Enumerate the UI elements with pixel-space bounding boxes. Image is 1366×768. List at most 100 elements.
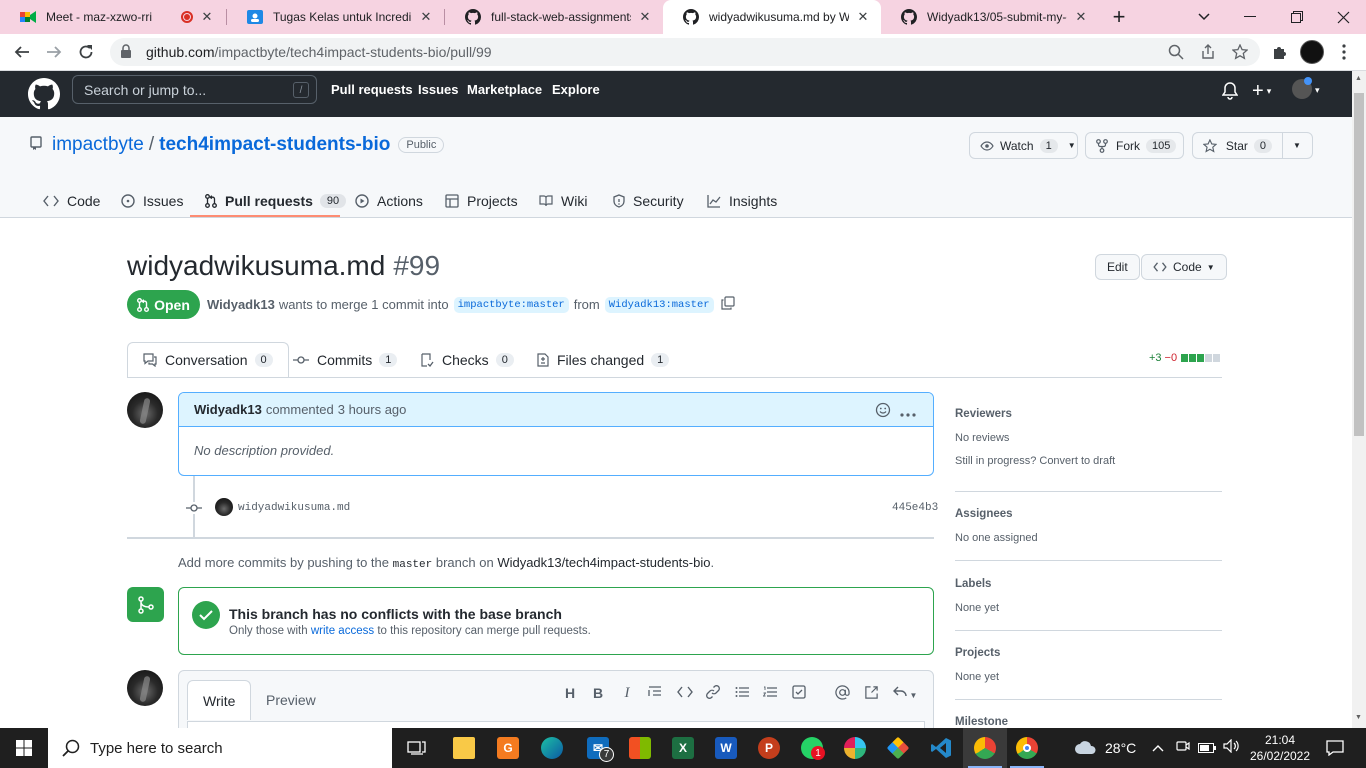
write-tab[interactable]: Write xyxy=(187,680,252,720)
git-tool-icon[interactable] xyxy=(884,734,912,762)
tab-issues[interactable]: Issues xyxy=(121,184,183,217)
saved-replies-icon[interactable]: ▼ xyxy=(891,685,919,701)
commit-author-avatar[interactable] xyxy=(215,498,233,516)
code-dropdown-button[interactable]: Code ▼ xyxy=(1141,254,1227,280)
tab-close-icon[interactable]: ✕ xyxy=(199,9,215,25)
pr-tab-conversation[interactable]: Conversation 0 xyxy=(127,342,289,378)
microsoft-store-icon[interactable] xyxy=(626,734,654,762)
milestone-title[interactable]: Milestone xyxy=(955,716,1222,728)
profile-avatar[interactable] xyxy=(1298,38,1326,66)
copy-icon[interactable] xyxy=(720,296,735,313)
file-explorer-icon[interactable] xyxy=(450,734,478,762)
taskbar-clock[interactable]: 21:04 26/02/2022 xyxy=(1248,732,1312,764)
pr-tab-commits[interactable]: Commits 1 xyxy=(278,342,412,378)
chevron-up-icon[interactable] xyxy=(1152,739,1164,755)
restore-window-icon[interactable] xyxy=(1283,4,1311,30)
user-avatar-menu[interactable]: ▾ xyxy=(1292,77,1320,99)
pr-tab-checks[interactable]: Checks 0 xyxy=(405,342,529,378)
scroll-down-arrow-icon[interactable]: ▼ xyxy=(1355,714,1362,721)
cross-reference-icon[interactable] xyxy=(862,685,880,703)
meet-now-icon[interactable] xyxy=(1176,739,1190,756)
edit-title-button[interactable]: Edit xyxy=(1095,254,1140,280)
tab-projects[interactable]: Projects xyxy=(445,184,518,217)
mail-icon[interactable]: ✉ 7 xyxy=(584,734,614,762)
vscode-icon[interactable] xyxy=(927,734,955,762)
italic-icon[interactable]: I xyxy=(618,685,636,702)
word-icon[interactable]: W xyxy=(712,734,740,762)
nav-explore[interactable]: Explore xyxy=(552,82,600,97)
task-list-icon[interactable] xyxy=(790,685,808,702)
star-lists-chevron-down-icon[interactable]: ▼ xyxy=(1282,133,1311,158)
tab-insights[interactable]: Insights xyxy=(707,184,777,217)
heading-icon[interactable]: H xyxy=(561,685,579,701)
code-icon[interactable] xyxy=(676,685,694,701)
weather-cloud-icon[interactable] xyxy=(1074,739,1098,758)
projects-title[interactable]: Projects xyxy=(955,647,1222,659)
commit-sha-link[interactable]: 445e4b3 xyxy=(892,502,938,514)
forward-arrow-icon[interactable] xyxy=(40,38,68,66)
mention-icon[interactable] xyxy=(833,685,851,703)
create-new-plus-icon[interactable]: + ▾ xyxy=(1252,80,1271,103)
tab-search-chevron-icon[interactable] xyxy=(1190,4,1218,30)
tab-close-icon[interactable]: ✕ xyxy=(1073,9,1089,25)
taskbar-search-input[interactable]: Type here to search xyxy=(48,728,392,768)
edge-browser-icon[interactable] xyxy=(538,734,566,762)
volume-icon[interactable] xyxy=(1223,738,1239,756)
browser-tab-submit[interactable]: Widyadk13/05-submit-my-ch ✕ xyxy=(881,0,1099,34)
smiley-reaction-icon[interactable] xyxy=(875,402,891,421)
powerpoint-icon[interactable]: P xyxy=(755,734,783,762)
new-tab-button[interactable]: + xyxy=(1105,4,1133,30)
quote-icon[interactable] xyxy=(646,685,664,701)
tab-actions[interactable]: Actions xyxy=(355,184,423,217)
labels-title[interactable]: Labels xyxy=(955,578,1222,590)
comment-time[interactable]: 3 hours ago xyxy=(338,402,407,417)
browser-tab-assignments[interactable]: full-stack-web-assignments/C ✕ xyxy=(445,0,663,34)
nav-issues[interactable]: Issues xyxy=(418,82,458,97)
page-scrollbar[interactable]: ▲ ▼ xyxy=(1352,71,1366,728)
convert-to-draft-link[interactable]: Still in progress? Convert to draft xyxy=(955,455,1222,467)
pr-tab-files-changed[interactable]: Files changed 1 xyxy=(522,342,684,378)
tab-code[interactable]: Code xyxy=(43,184,100,217)
tab-security[interactable]: Security xyxy=(613,184,684,217)
bold-icon[interactable]: B xyxy=(589,685,607,701)
minimize-window-icon[interactable] xyxy=(1236,4,1264,30)
slack-icon[interactable] xyxy=(841,734,869,762)
tab-pull-requests[interactable]: Pull requests 90 xyxy=(205,184,347,217)
fork-button[interactable]: Fork 105 xyxy=(1085,132,1184,159)
task-view-icon[interactable] xyxy=(403,734,431,762)
browser-tab-meet[interactable]: Meet - maz-xzwo-rri ✕ xyxy=(0,0,225,34)
watch-button[interactable]: Watch 1 ▼ xyxy=(969,132,1078,159)
comment-author-avatar[interactable] xyxy=(127,392,163,428)
nav-pull-requests[interactable]: Pull requests xyxy=(331,82,413,97)
windows-start-icon[interactable] xyxy=(10,734,38,762)
comment-author-link[interactable]: Widyadk13 xyxy=(194,402,262,417)
notification-center-icon[interactable] xyxy=(1321,734,1349,762)
browser-tab-active-pr[interactable]: widyadwikusuma.md by Wic ✕ xyxy=(663,0,881,34)
reviewers-title[interactable]: Reviewers xyxy=(955,408,1222,420)
nav-marketplace[interactable]: Marketplace xyxy=(467,82,542,97)
reload-icon[interactable] xyxy=(72,38,100,66)
tab-close-icon[interactable]: ✕ xyxy=(418,9,434,25)
bell-icon[interactable] xyxy=(1221,82,1239,103)
weather-temp[interactable]: 28°C xyxy=(1105,740,1136,756)
head-branch[interactable]: Widyadk13:master xyxy=(604,296,714,313)
repo-owner-link[interactable]: impactbyte xyxy=(52,134,144,156)
link-icon[interactable] xyxy=(704,685,722,702)
bookmark-star-icon[interactable] xyxy=(1231,43,1249,60)
url-bar[interactable]: github.com/impactbyte/tech4impact-studen… xyxy=(110,38,1260,66)
extensions-puzzle-icon[interactable] xyxy=(1266,38,1294,66)
kebab-menu-icon[interactable] xyxy=(900,405,916,420)
github-search-input[interactable]: Search or jump to... / xyxy=(72,75,317,104)
preview-tab[interactable]: Preview xyxy=(251,680,331,720)
chrome-profile-icon[interactable] xyxy=(971,734,999,762)
star-button[interactable]: Star 0 ▼ xyxy=(1192,132,1313,159)
base-branch[interactable]: impactbyte:master xyxy=(453,296,569,313)
scrollbar-thumb[interactable] xyxy=(1354,93,1364,436)
chrome-icon[interactable] xyxy=(1013,734,1041,762)
repo-name-link[interactable]: tech4impact-students-bio xyxy=(159,134,390,156)
whatsapp-icon[interactable]: 1 xyxy=(798,734,826,762)
tab-close-icon[interactable]: ✕ xyxy=(855,9,871,25)
browser-tab-classroom[interactable]: Tugas Kelas untuk Incredible ✕ xyxy=(227,0,444,34)
office-app-icon[interactable]: G xyxy=(494,734,522,762)
close-window-icon[interactable] xyxy=(1329,4,1357,30)
